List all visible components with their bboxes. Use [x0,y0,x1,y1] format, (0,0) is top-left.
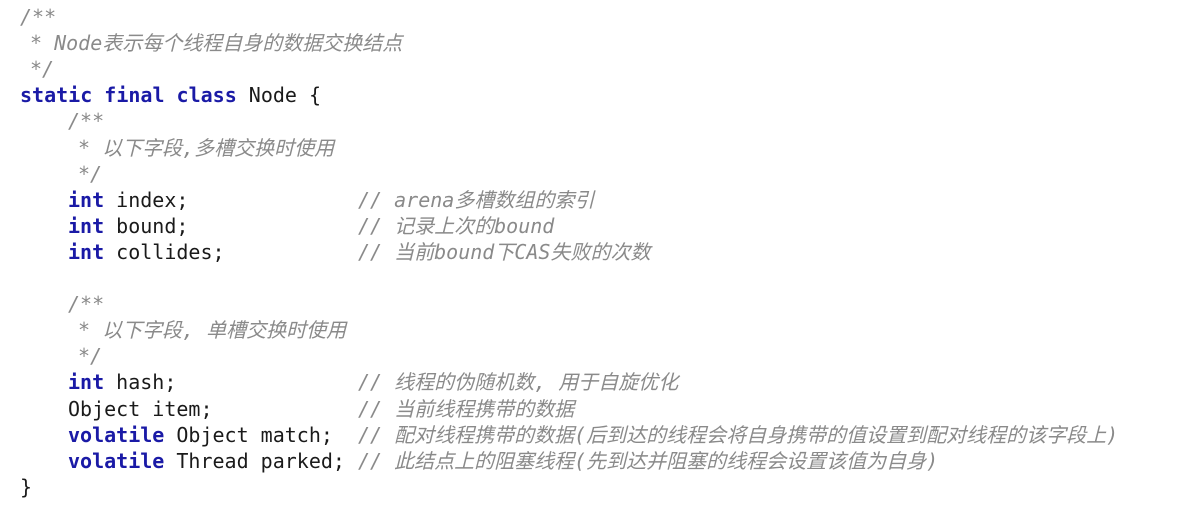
code-comment: * Node表示每个线程自身的数据交换结点 [30,31,403,56]
code-inline-comment: // 当前bound下CAS失败的次数 [358,239,651,264]
code-inline-comment: // 配对线程携带的数据(后到达的线程会将自身携带的值设置到配对线程的该字段上) [358,422,1119,447]
code-text: Node { [236,83,322,108]
code-statement: int hash; [68,369,176,395]
code-editor: /** * Node表示每个线程自身的数据交换结点 */static final c… [20,4,1190,514]
code-comment: */ [78,161,103,186]
code-keyword: int [68,187,105,212]
code-keyword: int [68,213,105,238]
code-keyword: int [68,370,105,395]
code-inline-comment: // 此结点上的阻塞线程(先到达并阻塞的线程会设置该值为自身) [358,448,939,473]
code-comment: */ [30,57,55,82]
code-statement: volatile Object match; [68,422,333,448]
code-text: collides; [104,239,225,264]
code-keyword: volatile [68,448,165,473]
code-text: } [20,474,33,499]
code-statement: } [20,474,32,500]
code-statement: volatile Thread parked; [68,448,345,474]
code-keyword: volatile [68,422,165,447]
code-comment: */ [78,344,103,369]
code-inline-comment: // 记录上次的bound [358,213,555,238]
code-statement: int collides; [68,239,225,265]
code-text: bound; [104,213,189,238]
code-text: Object match; [164,422,333,447]
code-comment: * 以下字段,多槽交换时使用 [78,135,335,160]
code-text: index; [104,187,189,212]
code-comment: /** [68,109,105,134]
code-inline-comment: // arena多槽数组的索引 [358,187,595,212]
code-comment: /** [20,5,57,29]
code-keyword: int [68,239,105,264]
code-statement: static final class Node { [20,82,321,108]
code-statement: int bound; [68,213,188,239]
code-statement: int index; [68,187,188,213]
code-inline-comment: // 当前线程携带的数据 [358,396,575,421]
code-text: Object item; [68,396,213,421]
code-comment: /** [68,292,105,317]
code-text: Thread parked; [164,448,345,473]
code-statement: Object item; [68,396,213,422]
code-text: hash; [104,370,177,395]
code-inline-comment: // 线程的伪随机数, 用于自旋优化 [358,370,679,395]
code-comment: * 以下字段, 单槽交换时使用 [78,318,347,343]
code-keyword: static final class [20,83,237,108]
